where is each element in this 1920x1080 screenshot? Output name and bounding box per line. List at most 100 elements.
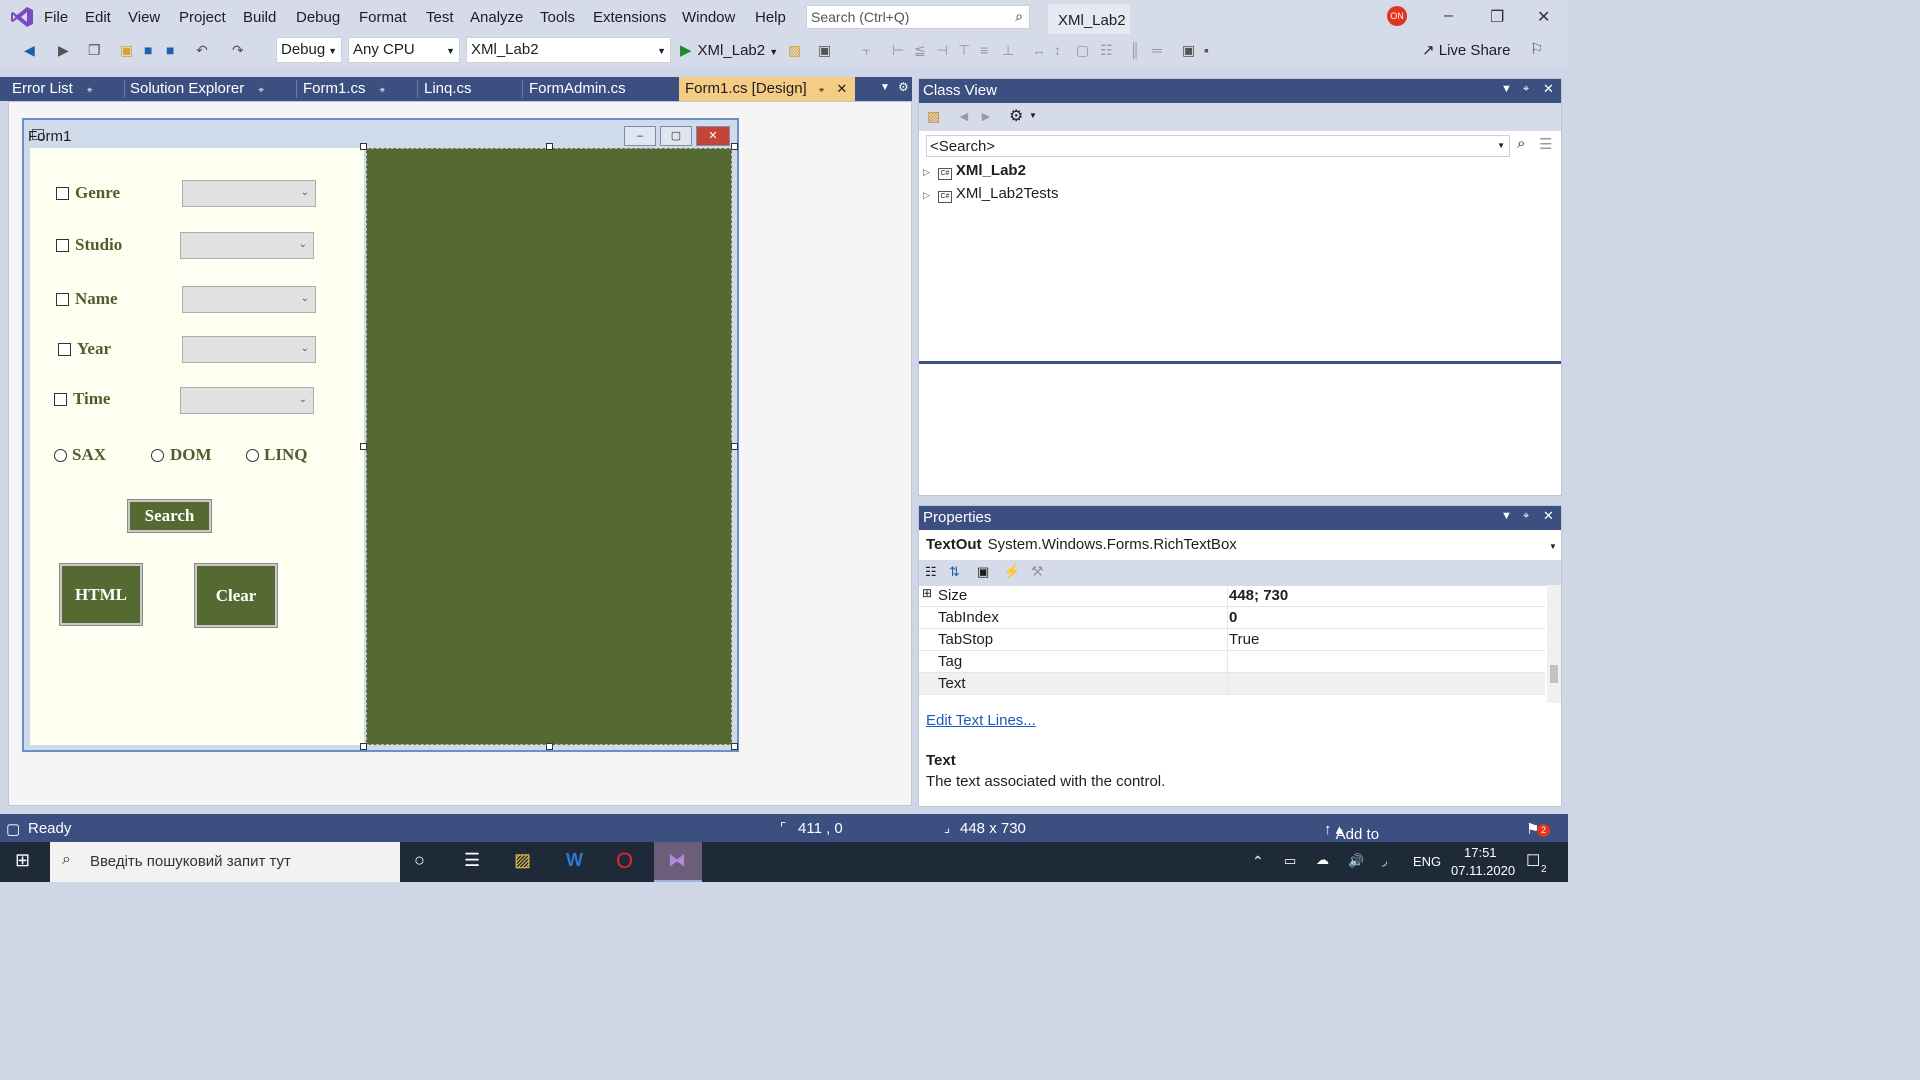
back-icon[interactable]: ◀ (24, 42, 35, 59)
menu-build[interactable]: Build (243, 9, 276, 26)
source-control-button[interactable]: ↑ Add to Source Control ▴ (1324, 820, 1384, 877)
menu-file[interactable]: File (44, 9, 68, 26)
save-icon[interactable]: ■ (144, 42, 152, 58)
resize-handle[interactable] (360, 443, 367, 450)
config-select[interactable]: Debug ▼ (276, 37, 342, 63)
search-icon[interactable]: ⌕ (1517, 135, 1525, 152)
panel-dropdown-icon[interactable]: ▼ (1501, 83, 1512, 95)
taskbar-search-input[interactable]: ⌕ Введіть пошуковий запит тут (50, 842, 400, 882)
forward-icon[interactable]: ▶ (58, 42, 69, 59)
resize-handle[interactable] (731, 143, 738, 150)
align-right-icon[interactable]: ⊣ (936, 42, 948, 59)
menu-project[interactable]: Project (179, 9, 226, 26)
search-button[interactable]: Search (127, 499, 212, 533)
tab-order-icon[interactable]: ▪ (1204, 42, 1209, 58)
menu-format[interactable]: Format (359, 9, 407, 26)
resize-handle[interactable] (731, 743, 738, 750)
property-value[interactable]: True (1229, 631, 1259, 648)
volume-icon[interactable]: 🔊 (1348, 853, 1364, 869)
restore-icon[interactable]: ❐ (1490, 7, 1504, 27)
year-checkbox[interactable] (58, 343, 71, 356)
minimize-icon[interactable]: – (1444, 7, 1453, 25)
resize-handle[interactable] (360, 743, 367, 750)
opera-icon[interactable]: O (604, 842, 652, 882)
tab-formadmin-cs[interactable]: FormAdmin.cs (529, 77, 674, 101)
property-row-selected[interactable]: Text (919, 673, 1545, 695)
class-view-search-input[interactable]: <Search> ▼ (926, 135, 1510, 157)
wrench-icon[interactable]: ⚒ (1031, 563, 1044, 580)
save-all-icon[interactable]: ■ (166, 42, 174, 58)
new-folder-icon[interactable]: ▨ (927, 108, 940, 125)
chevron-down-icon[interactable]: ▼ (1029, 111, 1037, 120)
events-icon[interactable]: ⚡ (1003, 563, 1020, 580)
textout-richtextbox[interactable] (366, 148, 732, 745)
edit-text-lines-link[interactable]: Edit Text Lines... (926, 712, 1036, 729)
sax-radio[interactable] (54, 449, 67, 462)
menu-help[interactable]: Help (755, 9, 786, 26)
browser-link-icon[interactable]: ▨ (788, 42, 801, 59)
close-tab-icon[interactable]: ✕ (836, 81, 847, 96)
property-row[interactable]: TabStop True (919, 629, 1545, 651)
bring-to-front-icon[interactable]: ▣ (1182, 42, 1195, 59)
pin-icon[interactable]: ⌖ (1523, 510, 1529, 523)
battery-icon[interactable]: ▭ (1284, 853, 1296, 869)
name-combobox[interactable]: ⌄ (182, 286, 316, 313)
tab-error-list[interactable]: Error List ⌖ (12, 77, 122, 101)
size-to-grid-icon[interactable]: ▢ (1076, 42, 1089, 59)
panel-dropdown-icon[interactable]: ▼ (1501, 510, 1512, 522)
pin-icon[interactable]: ⌖ (819, 85, 825, 96)
object-selector[interactable]: TextOut System.Windows.Forms.RichTextBox (926, 536, 1237, 553)
redo-icon[interactable]: ↷ (232, 42, 244, 59)
resize-handle[interactable] (731, 443, 738, 450)
startup-project-select[interactable]: XMl_Lab2 ▼ (466, 37, 671, 63)
user-avatar[interactable]: ON (1387, 6, 1407, 26)
show-hidden-icons-icon[interactable]: ⌃ (1252, 853, 1264, 870)
onedrive-icon[interactable]: ☁ (1316, 852, 1329, 868)
clear-button[interactable]: Clear (194, 563, 278, 628)
time-combobox[interactable]: ⌄ (180, 387, 314, 414)
back-icon[interactable]: ◄ (957, 108, 971, 124)
align-left-icon[interactable]: ⊢ (892, 42, 904, 59)
pin-icon[interactable]: ⌖ (87, 85, 93, 96)
settings-gear-icon[interactable]: ⚙ (1009, 106, 1023, 126)
file-explorer-icon[interactable]: ▨ (502, 842, 550, 882)
tab-form1-cs[interactable]: Form1.cs ⌖ (303, 77, 415, 101)
horizontal-spacing-icon[interactable]: ║ (1130, 42, 1140, 58)
tab-form1-design[interactable]: Form1.cs [Design] ⌖ ✕ (679, 77, 855, 101)
close-icon[interactable]: ✕ (1537, 7, 1550, 27)
menu-view[interactable]: View (128, 9, 160, 26)
genre-combobox[interactable]: ⌄ (182, 180, 316, 207)
search-options-icon[interactable]: ☰ (1539, 135, 1552, 153)
cortana-icon[interactable]: ○ (414, 850, 425, 871)
close-icon[interactable]: ✕ (1543, 81, 1554, 97)
layout-icon[interactable]: ▣ (818, 42, 831, 59)
property-value[interactable]: 0 (1229, 609, 1237, 626)
word-app-icon[interactable]: W (552, 842, 600, 882)
tab-linq-cs[interactable]: Linq.cs (424, 77, 519, 101)
categorized-icon[interactable]: ☷ (925, 564, 937, 580)
scrollbar-thumb[interactable] (1550, 665, 1558, 683)
align-middle-icon[interactable]: ≡ (980, 42, 988, 58)
feedback-icon[interactable]: ⚐ (1530, 40, 1543, 58)
studio-checkbox[interactable] (56, 239, 69, 252)
property-row[interactable]: TabIndex 0 (919, 607, 1545, 629)
menu-test[interactable]: Test (426, 9, 454, 26)
gear-icon[interactable]: ⚙ (898, 80, 909, 94)
resize-handle[interactable] (546, 143, 553, 150)
chevron-down-icon[interactable]: ▼ (1549, 542, 1557, 551)
menu-window[interactable]: Window (682, 9, 735, 26)
search-input[interactable]: Search (Ctrl+Q) ⌕ (806, 5, 1030, 29)
properties-scrollbar[interactable] (1547, 585, 1561, 703)
pin-icon[interactable]: ⌖ (258, 85, 264, 96)
linq-radio[interactable] (246, 449, 259, 462)
new-project-icon[interactable]: ❐ (88, 42, 101, 59)
tree-node-xml-lab2[interactable]: ▷ C# XMl_Lab2 (923, 162, 1026, 180)
menu-tools[interactable]: Tools (540, 9, 575, 26)
spacing-icon[interactable]: ☷ (1100, 42, 1113, 59)
tree-node-xml-lab2-tests[interactable]: ▷ C# XMl_Lab2Tests (923, 185, 1058, 203)
task-view-icon[interactable]: ☰ (464, 850, 480, 871)
windows-start-icon[interactable]: ⊞ (15, 850, 30, 871)
year-combobox[interactable]: ⌄ (182, 336, 316, 363)
align-top-icon[interactable]: ⊤ (958, 42, 970, 59)
align-bottom-icon[interactable]: ⊥ (1002, 42, 1014, 59)
